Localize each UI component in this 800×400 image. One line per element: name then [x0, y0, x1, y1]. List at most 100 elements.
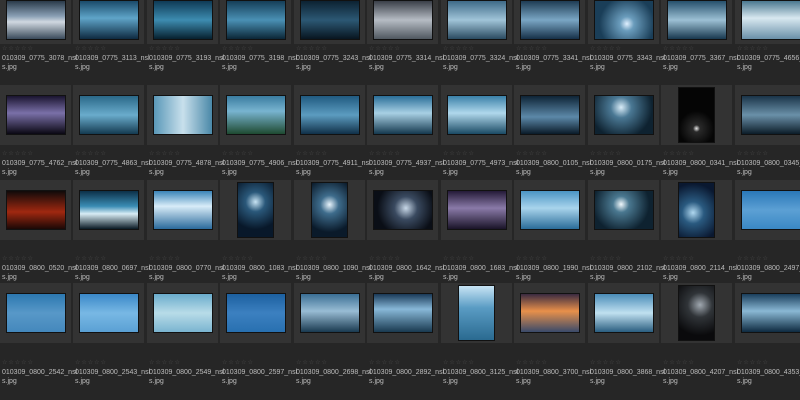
rating-stars[interactable]: ☆☆☆☆☆	[369, 46, 401, 52]
image-thumbnail[interactable]	[594, 293, 654, 333]
rating-stars[interactable]: ☆☆☆☆☆	[75, 360, 107, 366]
thumbnail-cell[interactable]: ☆☆☆☆☆ 010309_0775_3113_nsl s.jpg	[73, 0, 150, 91]
rating-stars[interactable]: ☆☆☆☆☆	[2, 151, 34, 157]
image-thumbnail[interactable]	[678, 87, 715, 143]
rating-stars[interactable]: ☆☆☆☆☆	[222, 46, 254, 52]
thumbnail-cell[interactable]: ☆☆☆☆☆ 010309_0800_3868_nsl s.jpg	[588, 283, 665, 385]
rating-stars[interactable]: ☆☆☆☆☆	[149, 256, 181, 262]
image-thumbnail[interactable]	[678, 182, 715, 238]
rating-stars[interactable]: ☆☆☆☆☆	[663, 360, 695, 366]
thumbnail-cell[interactable]: ☆☆☆☆☆ 010309_0775_3314_nsl s.jpg	[367, 0, 444, 91]
image-thumbnail[interactable]	[741, 190, 800, 230]
thumbnail-cell[interactable]: ☆☆☆☆☆ 010309_0800_2102_nsl s.jpg	[588, 180, 665, 281]
image-thumbnail[interactable]	[237, 182, 274, 238]
image-thumbnail[interactable]	[6, 293, 66, 333]
thumbnail-cell[interactable]: ☆☆☆☆☆ 010309_0800_0341_nsl s.jpg	[661, 85, 738, 181]
rating-stars[interactable]: ☆☆☆☆☆	[2, 360, 34, 366]
rating-stars[interactable]: ☆☆☆☆☆	[590, 151, 622, 157]
rating-stars[interactable]: ☆☆☆☆☆	[663, 256, 695, 262]
rating-stars[interactable]: ☆☆☆☆☆	[296, 256, 328, 262]
thumbnail-cell[interactable]: ☆☆☆☆☆ 010309_0775_3243_nsl s.jpg	[294, 0, 371, 91]
rating-stars[interactable]: ☆☆☆☆☆	[590, 46, 622, 52]
thumbnail-cell[interactable]: ☆☆☆☆☆ 010309_0775_3193_nsl s.jpg	[147, 0, 224, 91]
thumbnail-cell[interactable]: ☆☆☆☆☆ 010309_0800_2597_nsl s.jpg	[220, 283, 297, 385]
rating-stars[interactable]: ☆☆☆☆☆	[369, 151, 401, 157]
thumbnail-cell[interactable]: ☆☆☆☆☆ 010309_0775_4878_nsl s.jpg	[147, 85, 224, 181]
image-thumbnail[interactable]	[153, 95, 213, 135]
thumbnail-cell[interactable]: ☆☆☆☆☆ 010309_0775_4656_nsl s.jpg	[735, 0, 800, 91]
rating-stars[interactable]: ☆☆☆☆☆	[149, 360, 181, 366]
rating-stars[interactable]: ☆☆☆☆☆	[516, 151, 548, 157]
image-thumbnail[interactable]	[667, 0, 727, 40]
thumbnail-cell[interactable]: ☆☆☆☆☆ 010309_0775_3198_nsl s.jpg	[220, 0, 297, 91]
rating-stars[interactable]: ☆☆☆☆☆	[75, 151, 107, 157]
thumbnail-cell[interactable]: ☆☆☆☆☆ 010309_0800_2892_nsl s.jpg	[367, 283, 444, 385]
rating-stars[interactable]: ☆☆☆☆☆	[663, 46, 695, 52]
thumbnail-cell[interactable]: ☆☆☆☆☆ 010309_0800_1090_nsl s.jpg	[294, 180, 371, 281]
thumbnail-cell[interactable]: ☆☆☆☆☆ 010309_0775_4906_nsl s.jpg	[220, 85, 297, 181]
thumbnail-cell[interactable]: ☆☆☆☆☆ 010309_0775_4911_nsl s.jpg	[294, 85, 371, 181]
rating-stars[interactable]: ☆☆☆☆☆	[663, 151, 695, 157]
thumbnail-cell[interactable]: ☆☆☆☆☆ 010309_0800_2698_nsl s.jpg	[294, 283, 371, 385]
rating-stars[interactable]: ☆☆☆☆☆	[443, 46, 475, 52]
image-thumbnail[interactable]	[79, 95, 139, 135]
rating-stars[interactable]: ☆☆☆☆☆	[222, 360, 254, 366]
image-thumbnail[interactable]	[594, 0, 654, 40]
rating-stars[interactable]: ☆☆☆☆☆	[222, 256, 254, 262]
thumbnail-cell[interactable]: ☆☆☆☆☆ 010309_0800_0105_nsl s.jpg	[514, 85, 591, 181]
image-thumbnail[interactable]	[520, 293, 580, 333]
image-thumbnail[interactable]	[311, 182, 348, 238]
rating-stars[interactable]: ☆☆☆☆☆	[737, 151, 769, 157]
rating-stars[interactable]: ☆☆☆☆☆	[737, 46, 769, 52]
rating-stars[interactable]: ☆☆☆☆☆	[296, 151, 328, 157]
image-thumbnail[interactable]	[79, 0, 139, 40]
thumbnail-cell[interactable]: ☆☆☆☆☆ 010309_0800_4207_nsl s.jpg	[661, 283, 738, 385]
image-thumbnail[interactable]	[300, 95, 360, 135]
image-thumbnail[interactable]	[373, 190, 433, 230]
image-thumbnail[interactable]	[79, 293, 139, 333]
image-thumbnail[interactable]	[447, 95, 507, 135]
rating-stars[interactable]: ☆☆☆☆☆	[2, 46, 34, 52]
thumbnail-cell[interactable]: ☆☆☆☆☆ 010309_0775_3078_nsl s.jpg	[0, 0, 77, 91]
thumbnail-cell[interactable]: ☆☆☆☆☆ 010309_0800_1642_nsl s.jpg	[367, 180, 444, 281]
thumbnail-cell[interactable]: ☆☆☆☆☆ 010309_0800_0175_nsl s.jpg	[588, 85, 665, 181]
thumbnail-cell[interactable]: ☆☆☆☆☆ 010309_0800_0520_nsl s.jpg	[0, 180, 77, 281]
thumbnail-cell[interactable]: ☆☆☆☆☆ 010309_0800_3125_nsl s.jpg	[441, 283, 518, 385]
thumbnail-cell[interactable]: ☆☆☆☆☆ 010309_0800_2497_nsl s.jpg	[735, 180, 800, 281]
image-thumbnail[interactable]	[741, 293, 800, 333]
rating-stars[interactable]: ☆☆☆☆☆	[222, 151, 254, 157]
rating-stars[interactable]: ☆☆☆☆☆	[443, 256, 475, 262]
rating-stars[interactable]: ☆☆☆☆☆	[369, 256, 401, 262]
thumbnail-cell[interactable]: ☆☆☆☆☆ 010309_0800_1083_nsl s.jpg	[220, 180, 297, 281]
thumbnail-cell[interactable]: ☆☆☆☆☆ 010309_0800_0345_nsl s.jpg	[735, 85, 800, 181]
image-thumbnail[interactable]	[741, 95, 800, 135]
thumbnail-cell[interactable]: ☆☆☆☆☆ 010309_0775_4863_nsl s.jpg	[73, 85, 150, 181]
image-thumbnail[interactable]	[447, 0, 507, 40]
image-thumbnail[interactable]	[79, 190, 139, 230]
rating-stars[interactable]: ☆☆☆☆☆	[369, 360, 401, 366]
thumbnail-cell[interactable]: ☆☆☆☆☆ 010309_0800_3700_nsl s.jpg	[514, 283, 591, 385]
thumbnail-cell[interactable]: ☆☆☆☆☆ 010309_0775_3367_nsl s.jpg	[661, 0, 738, 91]
thumbnail-cell[interactable]: ☆☆☆☆☆ 010309_0775_4762_nsl s.jpg	[0, 85, 77, 181]
image-thumbnail[interactable]	[520, 0, 580, 40]
image-thumbnail[interactable]	[594, 95, 654, 135]
thumbnail-cell[interactable]: ☆☆☆☆☆ 010309_0800_2114_nsl s.jpg	[661, 180, 738, 281]
image-thumbnail[interactable]	[153, 293, 213, 333]
image-thumbnail[interactable]	[300, 0, 360, 40]
thumbnail-cell[interactable]: ☆☆☆☆☆ 010309_0775_3324_nsl s.jpg	[441, 0, 518, 91]
thumbnail-cell[interactable]: ☆☆☆☆☆ 010309_0800_1990_nsl s.jpg	[514, 180, 591, 281]
rating-stars[interactable]: ☆☆☆☆☆	[296, 360, 328, 366]
image-thumbnail[interactable]	[741, 0, 800, 40]
thumbnail-cell[interactable]: ☆☆☆☆☆ 010309_0800_4353_nsl s.jpg	[735, 283, 800, 385]
thumbnail-cell[interactable]: ☆☆☆☆☆ 010309_0800_2543_nsl s.jpg	[73, 283, 150, 385]
image-thumbnail[interactable]	[6, 95, 66, 135]
rating-stars[interactable]: ☆☆☆☆☆	[516, 256, 548, 262]
rating-stars[interactable]: ☆☆☆☆☆	[516, 360, 548, 366]
image-thumbnail[interactable]	[6, 0, 66, 40]
thumbnail-cell[interactable]: ☆☆☆☆☆ 010309_0800_0770_nsl s.jpg	[147, 180, 224, 281]
image-thumbnail[interactable]	[153, 190, 213, 230]
thumbnail-cell[interactable]: ☆☆☆☆☆ 010309_0800_1683_nsl s.jpg	[441, 180, 518, 281]
image-thumbnail[interactable]	[300, 293, 360, 333]
image-thumbnail[interactable]	[226, 95, 286, 135]
rating-stars[interactable]: ☆☆☆☆☆	[149, 46, 181, 52]
